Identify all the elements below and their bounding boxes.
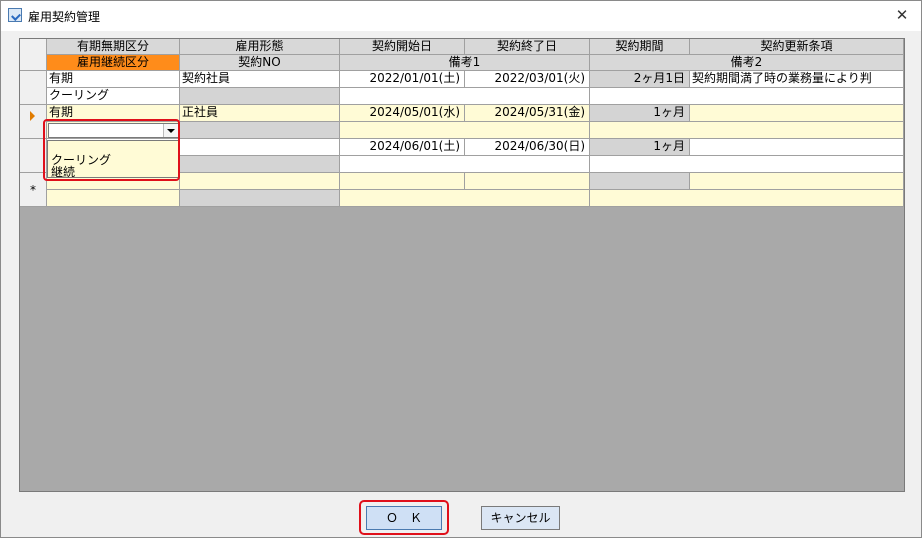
col-header-note2[interactable]: 備考2 <box>590 55 904 71</box>
dialog-window: 雇用契約管理 ✕ 有期無期区分 雇用形態 契約開始日 契約終了日 契約期間 契約… <box>0 0 922 538</box>
cell-employment-type[interactable] <box>180 139 340 156</box>
cell-start-date[interactable]: 2024/06/01(土) <box>340 139 465 156</box>
cell-contract-no <box>180 122 340 139</box>
cancel-button[interactable]: キャンセル <box>481 506 560 530</box>
cell-note1[interactable] <box>340 156 590 173</box>
col-header-fixed-term[interactable]: 有期無期区分 <box>47 39 180 55</box>
highlight-frame <box>43 119 180 181</box>
cell-end-date[interactable]: 2024/06/30(日) <box>465 139 590 156</box>
cell-period: 2ヶ月1日 <box>590 71 690 88</box>
cell-employment-type[interactable]: 正社員 <box>180 105 340 122</box>
cell-continuation[interactable]: クーリング <box>47 88 180 105</box>
cell-end-date[interactable] <box>465 173 590 190</box>
app-icon <box>8 8 22 22</box>
current-row-icon <box>30 111 35 121</box>
cell-renewal[interactable]: 契約期間満了時の業務量により判 <box>690 71 904 88</box>
highlight-frame <box>359 500 449 535</box>
cell-note2[interactable] <box>590 122 904 139</box>
cell-period <box>590 173 690 190</box>
col-header-end-date[interactable]: 契約終了日 <box>465 39 590 55</box>
cell-employment-type[interactable]: 契約社員 <box>180 71 340 88</box>
cell-end-date[interactable]: 2024/05/31(金) <box>465 105 590 122</box>
title-bar: 雇用契約管理 ✕ <box>1 1 921 31</box>
cell-start-date[interactable]: 2022/01/01(土) <box>340 71 465 88</box>
cell-fixed-term[interactable]: 有期 <box>47 71 180 88</box>
col-header-employment-type[interactable]: 雇用形態 <box>180 39 340 55</box>
col-header-start-date[interactable]: 契約開始日 <box>340 39 465 55</box>
cell-start-date[interactable] <box>340 173 465 190</box>
cell-renewal[interactable] <box>690 173 904 190</box>
cell-note2[interactable] <box>590 156 904 173</box>
close-button[interactable]: ✕ <box>889 3 915 27</box>
corner-header <box>20 39 47 71</box>
cell-note1[interactable] <box>340 88 590 105</box>
col-header-note1[interactable]: 備考1 <box>340 55 590 71</box>
col-header-contract-no[interactable]: 契約NO <box>180 55 340 71</box>
col-header-continuation[interactable]: 雇用継続区分 <box>47 55 180 71</box>
cell-note2[interactable] <box>590 88 904 105</box>
cell-contract-no <box>180 190 340 207</box>
cell-period: 1ヶ月 <box>590 139 690 156</box>
cell-renewal[interactable] <box>690 105 904 122</box>
cell-note1[interactable] <box>340 122 590 139</box>
window-title: 雇用契約管理 <box>28 10 101 24</box>
col-header-period[interactable]: 契約期間 <box>590 39 690 55</box>
cell-note2[interactable] <box>590 190 904 207</box>
cell-period: 1ヶ月 <box>590 105 690 122</box>
row-header[interactable] <box>20 71 47 105</box>
cell-contract-no <box>180 156 340 173</box>
cell-note1[interactable] <box>340 190 590 207</box>
cell-renewal[interactable] <box>690 139 904 156</box>
cell-contract-no <box>180 88 340 105</box>
cell-continuation[interactable] <box>47 190 180 207</box>
cell-start-date[interactable]: 2024/05/01(水) <box>340 105 465 122</box>
col-header-renewal[interactable]: 契約更新条項 <box>690 39 904 55</box>
contract-grid: 有期無期区分 雇用形態 契約開始日 契約終了日 契約期間 契約更新条項 雇用継続… <box>19 38 905 492</box>
cell-end-date[interactable]: 2022/03/01(火) <box>465 71 590 88</box>
cell-employment-type[interactable] <box>180 173 340 190</box>
